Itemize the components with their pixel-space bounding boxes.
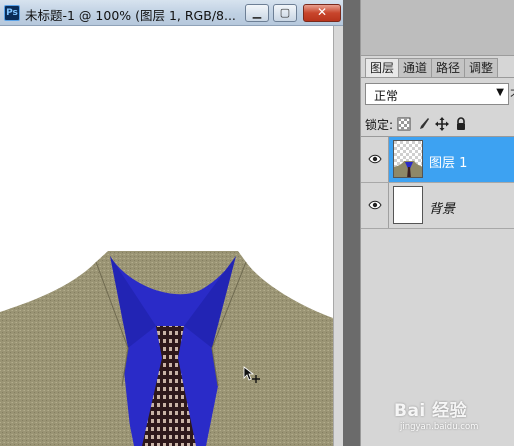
layer-thumbnail <box>393 186 423 224</box>
tab-adjustments[interactable]: 调整 <box>464 58 499 78</box>
layer-name: 背景 <box>429 202 456 217</box>
panel-dock-top <box>361 0 514 56</box>
lock-transparent-pixels-icon[interactable] <box>397 117 411 131</box>
blend-mode-value: 正常 <box>374 89 399 103</box>
layers-panel: 图层 通道 路径 调整 正常 ▼ 不 锁定: <box>360 0 514 446</box>
layer-row-layer-1[interactable]: 图层 1 <box>361 137 514 183</box>
layer-thumbnail <box>393 140 423 178</box>
document-vertical-scrollbar[interactable] <box>333 26 343 446</box>
document-title-bar[interactable]: Ps 未标题-1 @ 100% (图层 1, RGB/8... ▁ ▢ ✕ <box>0 0 343 26</box>
lock-row: 锁定: <box>365 115 473 133</box>
move-cursor-icon <box>243 366 260 383</box>
blend-mode-select[interactable]: 正常 ▼ <box>365 83 509 105</box>
maximize-button[interactable]: ▢ <box>273 4 297 22</box>
photoshop-app-icon: Ps <box>4 5 20 21</box>
document-window: Ps 未标题-1 @ 100% (图层 1, RGB/8... ▁ ▢ ✕ <box>0 0 343 446</box>
lock-label: 锁定: <box>365 117 394 132</box>
tab-layers[interactable]: 图层 <box>365 58 400 78</box>
tab-paths[interactable]: 路径 <box>431 58 466 78</box>
visibility-toggle[interactable] <box>361 183 389 228</box>
layer-row-background[interactable]: 背景 <box>361 183 514 229</box>
tab-channels[interactable]: 通道 <box>398 58 433 78</box>
minimize-button[interactable]: ▁ <box>245 4 269 22</box>
panel-tabs: 图层 通道 路径 调整 <box>365 58 499 78</box>
workspace-background <box>344 0 360 446</box>
lock-all-icon[interactable] <box>454 117 468 131</box>
eye-icon <box>368 154 382 164</box>
tabs-divider <box>361 77 514 78</box>
watermark-sub: jingyan.baidu.com <box>400 422 479 432</box>
close-button[interactable]: ✕ <box>303 4 341 22</box>
opacity-label: 不 <box>510 86 514 103</box>
lock-image-pixels-icon[interactable] <box>416 117 430 131</box>
suit-template-image <box>0 251 333 446</box>
document-canvas[interactable] <box>0 26 333 446</box>
visibility-toggle[interactable] <box>361 137 389 182</box>
dropdown-arrow-icon: ▼ <box>496 87 504 98</box>
watermark-main: Bai 经验 <box>394 401 468 421</box>
eye-icon <box>368 200 382 210</box>
layer-name: 图层 1 <box>429 156 468 171</box>
document-title: 未标题-1 @ 100% (图层 1, RGB/8... <box>25 8 236 23</box>
lock-position-icon[interactable] <box>435 117 450 131</box>
watermark: Bai 经验 jingyan.baidu.com <box>392 396 512 440</box>
